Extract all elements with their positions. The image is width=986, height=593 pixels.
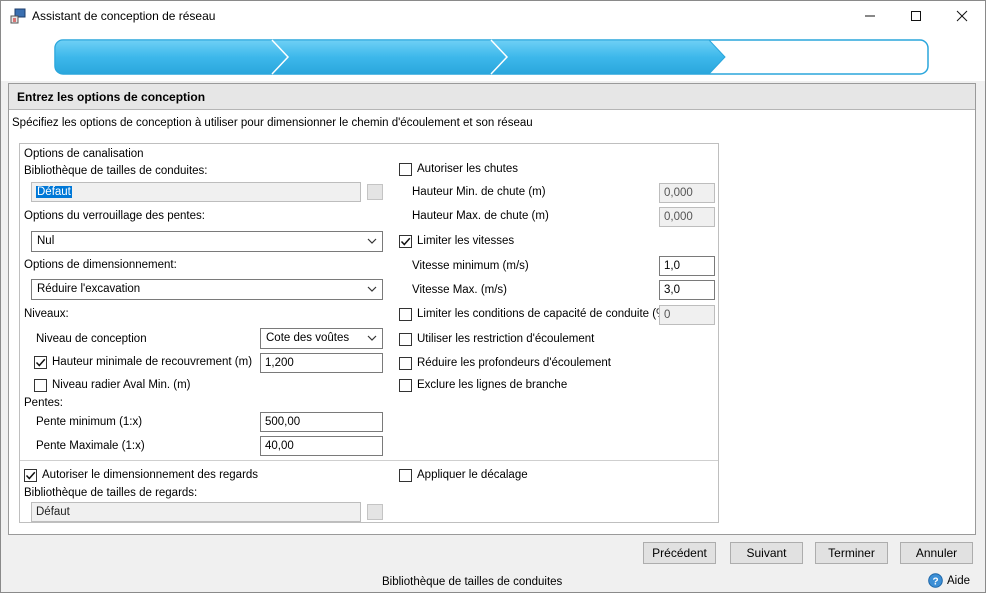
apply-offset-label: Appliquer le décalage: [417, 469, 528, 481]
group-divider: [20, 460, 718, 461]
limit-velocity-checkbox[interactable]: [399, 235, 412, 248]
close-button[interactable]: [939, 1, 985, 31]
min-velocity-label: Vitesse minimum (m/s): [412, 260, 529, 272]
levels-label: Niveaux:: [24, 308, 69, 320]
allow-manhole-sizing-label: Autoriser le dimensionnement des regards: [42, 469, 259, 481]
help-icon: ?: [928, 573, 943, 588]
sizing-dropdown[interactable]: Réduire l'excavation: [31, 279, 383, 300]
min-slope-label: Pente minimum (1:x): [36, 416, 143, 428]
slope-lock-value: Nul: [37, 235, 55, 247]
allow-drops-checkbox[interactable]: [399, 163, 412, 176]
wizard-window: Assistant de conception de réseau Entrez…: [0, 0, 986, 593]
options-panel: Entrez les options de conception Spécifi…: [8, 83, 976, 535]
chevron-down-icon: [367, 238, 377, 244]
help-link[interactable]: ? Aide: [928, 573, 970, 588]
max-slope-label: Pente Maximale (1:x): [36, 440, 145, 452]
design-level-label: Niveau de conception: [36, 333, 147, 345]
sizing-label: Options de dimensionnement:: [24, 259, 177, 271]
pipe-library-field[interactable]: Défaut: [31, 182, 361, 202]
reduce-depth-label: Réduire les profondeurs d'écoulement: [417, 357, 611, 369]
maximize-icon: [911, 11, 921, 21]
max-drop-label: Hauteur Max. de chute (m): [412, 210, 549, 222]
svg-text:?: ?: [932, 577, 938, 588]
slope-lock-label: Options du verrouillage des pentes:: [24, 210, 205, 222]
design-level-dropdown[interactable]: Cote des voûtes: [260, 328, 383, 349]
min-slope-input[interactable]: 500,00: [260, 412, 383, 432]
limit-capacity-checkbox[interactable]: [399, 308, 412, 321]
manhole-library-browse-button[interactable]: [367, 504, 383, 520]
panel-header-title: Entrez les options de conception: [17, 90, 206, 104]
min-cover-label: Hauteur minimale de recouvrement (m): [52, 356, 253, 368]
manhole-library-field[interactable]: Défaut: [31, 502, 361, 522]
close-icon: [956, 10, 968, 22]
max-drop-input[interactable]: 0,000: [659, 207, 715, 227]
cancel-button[interactable]: Annuler: [900, 542, 973, 564]
allow-manhole-sizing-checkbox[interactable]: [24, 469, 37, 482]
slope-lock-dropdown[interactable]: Nul: [31, 231, 383, 252]
step-progress-area: [1, 31, 985, 81]
exclude-branch-label: Exclure les lignes de branche: [417, 379, 568, 391]
manhole-library-label: Bibliothèque de tailles de regards:: [24, 487, 198, 499]
pipe-library-label: Bibliothèque de tailles de conduites:: [24, 165, 208, 177]
flow-restriction-checkbox[interactable]: [399, 333, 412, 346]
chevron-down-icon: [367, 335, 377, 341]
sizing-value: Réduire l'excavation: [37, 283, 141, 295]
slopes-label: Pentes:: [24, 397, 63, 409]
limit-capacity-input[interactable]: 0: [659, 305, 715, 325]
min-velocity-input[interactable]: 1,0: [659, 256, 715, 276]
max-velocity-input[interactable]: 3,0: [659, 280, 715, 300]
checkmark-icon: [25, 471, 36, 480]
min-cover-input[interactable]: 1,200: [260, 353, 383, 373]
status-text: Bibliothèque de tailles de conduites: [382, 576, 563, 588]
design-level-value: Cote des voûtes: [266, 332, 350, 344]
finish-button[interactable]: Terminer: [815, 542, 888, 564]
pipe-library-value: Défaut: [36, 186, 72, 198]
min-cover-checkbox[interactable]: [34, 356, 47, 369]
window-title: Assistant de conception de réseau: [32, 9, 216, 23]
min-drop-label: Hauteur Min. de chute (m): [412, 186, 546, 198]
flow-restriction-label: Utiliser les restriction d'écoulement: [417, 333, 595, 345]
progress-fill: [54, 39, 726, 75]
previous-button[interactable]: Précédent: [643, 542, 716, 564]
apply-offset-checkbox[interactable]: [399, 469, 412, 482]
panel-header: Entrez les options de conception: [9, 84, 975, 110]
allow-drops-label: Autoriser les chutes: [417, 163, 518, 175]
minimize-button[interactable]: [847, 1, 893, 31]
min-invert-checkbox[interactable]: [34, 379, 47, 392]
min-drop-input[interactable]: 0,000: [659, 183, 715, 203]
limit-capacity-label: Limiter les conditions de capacité de co…: [417, 308, 671, 320]
pipe-options-title: Options de canalisation: [24, 148, 144, 160]
max-velocity-label: Vitesse Max. (m/s): [412, 284, 507, 296]
limit-velocity-label: Limiter les vitesses: [417, 235, 515, 247]
maximize-button[interactable]: [893, 1, 939, 31]
reduce-depth-checkbox[interactable]: [399, 357, 412, 370]
title-bar: Assistant de conception de réseau: [1, 1, 985, 31]
chevron-down-icon: [367, 286, 377, 292]
checkmark-icon: [400, 237, 411, 246]
minimize-icon: [865, 15, 875, 17]
panel-description: Spécifiez les options de conception à ut…: [12, 117, 533, 129]
step-progress-bar: [54, 39, 929, 75]
next-button[interactable]: Suivant: [730, 542, 803, 564]
min-invert-label: Niveau radier Aval Min. (m): [52, 379, 191, 391]
help-label: Aide: [947, 574, 971, 587]
max-slope-input[interactable]: 40,00: [260, 436, 383, 456]
pipe-library-browse-button[interactable]: [367, 184, 383, 200]
exclude-branch-checkbox[interactable]: [399, 379, 412, 392]
network-wizard-icon: [10, 8, 26, 24]
checkmark-icon: [35, 358, 46, 367]
